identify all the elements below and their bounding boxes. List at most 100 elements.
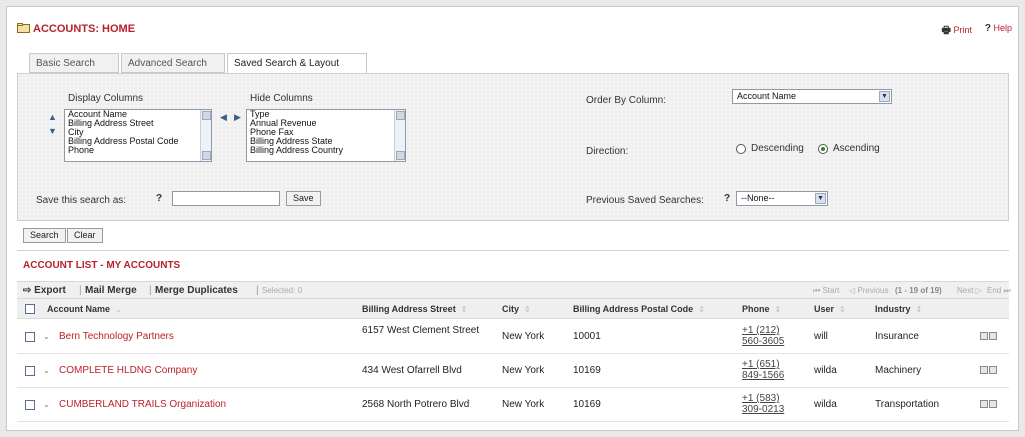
order-by-label: Order By Column: (586, 95, 667, 106)
column-header-user[interactable]: User ⇕ (814, 304, 846, 314)
print-link[interactable]: 🖶 Print (942, 23, 972, 40)
account-name-link[interactable]: Bern Technology Partners (59, 331, 174, 342)
tab-saved-search-layout[interactable]: Saved Search & Layout (227, 53, 367, 74)
expand-icon[interactable]: ⌄ (43, 366, 50, 375)
column-header-account-name[interactable]: Account Name ⌄ (47, 304, 122, 314)
toolbar-divider: | (79, 285, 82, 296)
display-columns-list[interactable]: Account Name Billing Address Street City… (64, 109, 212, 162)
sort-desc-icon[interactable]: ⌄ (115, 305, 122, 314)
selected-count: Selected: 0 (262, 286, 303, 295)
display-column-option[interactable]: Phone (65, 146, 211, 155)
sort-icon[interactable]: ⇕ (916, 305, 923, 314)
phone-link[interactable]: +1 (212) 560-3605 (742, 325, 794, 347)
column-header-billing-street[interactable]: Billing Address Street ⇕ (362, 304, 467, 314)
previous-help-icon[interactable]: ? (724, 193, 730, 204)
column-header-phone[interactable]: Phone ⇕ (742, 304, 781, 314)
descending-radio[interactable] (736, 144, 746, 154)
scroll-down-icon[interactable] (202, 151, 211, 160)
phone-link[interactable]: +1 (583) 309-0213 (742, 393, 794, 415)
tab-basic-search[interactable]: Basic Search (29, 53, 119, 73)
clear-button[interactable]: Clear (67, 228, 103, 243)
pager-next[interactable]: Next ▷ (957, 286, 982, 295)
industry: Transportation (875, 399, 940, 410)
column-header-industry[interactable]: Industry ⇕ (875, 304, 922, 314)
toolbar-divider: | (149, 285, 152, 296)
account-name-link[interactable]: CUMBERLAND TRAILS Organization (59, 399, 226, 410)
hide-columns-label: Hide Columns (250, 93, 313, 104)
move-down-icon[interactable]: ▼ (48, 126, 57, 136)
column-label: Billing Address Postal Code (573, 304, 694, 314)
search-button[interactable]: Search (23, 228, 66, 243)
view-icon[interactable] (989, 366, 997, 374)
export-link[interactable]: ⇨ Export (23, 285, 66, 296)
scrollbar[interactable] (200, 110, 211, 161)
order-by-select[interactable]: Account Name ▼ (732, 89, 892, 104)
edit-icon[interactable] (980, 400, 988, 408)
view-icon[interactable] (989, 400, 997, 408)
select-all-checkbox[interactable] (25, 304, 35, 314)
tab-advanced-search[interactable]: Advanced Search (121, 53, 225, 73)
help-link[interactable]: ? Help (985, 23, 1012, 34)
ascending-radio[interactable] (818, 144, 828, 154)
help-label: Help (993, 23, 1012, 33)
column-label: Billing Address Street (362, 304, 456, 314)
edit-icon[interactable] (980, 366, 988, 374)
account-name-link[interactable]: COMPLETE HLDNG Company (59, 365, 197, 376)
view-icon[interactable] (989, 332, 997, 340)
city: New York (502, 399, 545, 410)
city: New York (502, 365, 545, 376)
row-actions (979, 400, 999, 410)
expand-icon[interactable]: ⌄ (43, 332, 50, 341)
row-checkbox[interactable] (25, 332, 35, 342)
move-right-icon[interactable]: ▶ (234, 112, 241, 123)
accounts-home-page: ACCOUNTS: HOME 🖶 Print ? Help Basic Sear… (6, 6, 1019, 431)
phone-link[interactable]: +1 (651) 849-1566 (742, 359, 794, 381)
column-header-city[interactable]: City ⇕ (502, 304, 531, 314)
scroll-up-icon[interactable] (396, 111, 405, 120)
column-label: Account Name (47, 304, 111, 314)
pager-start[interactable]: ⏮ Start (813, 286, 839, 296)
move-up-icon[interactable]: ▲ (48, 112, 57, 122)
pager-previous[interactable]: ◁ Previous (849, 286, 889, 295)
postal-code: 10001 (573, 331, 601, 342)
printer-icon: 🖶 (941, 25, 951, 36)
pager-start-label: Start (822, 286, 840, 295)
expand-icon[interactable]: ⌄ (43, 400, 50, 409)
save-search-input[interactable] (172, 191, 280, 206)
row-checkbox[interactable] (25, 366, 35, 376)
row-checkbox[interactable] (25, 400, 35, 410)
scroll-up-icon[interactable] (202, 111, 211, 120)
postal-code: 10169 (573, 399, 601, 410)
merge-duplicates-link[interactable]: Merge Duplicates (155, 285, 238, 296)
sort-icon[interactable]: ⇕ (524, 305, 531, 314)
row-actions (979, 332, 999, 342)
display-column-option[interactable]: Billing Address Street (65, 119, 211, 128)
sort-icon[interactable]: ⇕ (698, 305, 705, 314)
billing-street: 6157 West Clement Street (362, 325, 480, 336)
mail-merge-link[interactable]: Mail Merge (85, 285, 137, 296)
move-left-icon[interactable]: ◀ (220, 112, 227, 123)
sort-icon[interactable]: ⇕ (775, 305, 782, 314)
column-label: Industry (875, 304, 911, 314)
save-search-label: Save this search as: (36, 195, 127, 206)
scrollbar[interactable] (394, 110, 405, 161)
chevron-down-icon[interactable]: ▼ (815, 193, 826, 204)
descending-label: Descending (751, 143, 804, 154)
postal-code: 10169 (573, 365, 601, 376)
user: wilda (814, 365, 837, 376)
previous-saved-select[interactable]: --None-- ▼ (736, 191, 828, 206)
sort-icon[interactable]: ⇕ (461, 305, 468, 314)
pager-range: (1 - 19 of 19) (895, 286, 942, 295)
save-button[interactable]: Save (286, 191, 321, 206)
save-help-icon[interactable]: ? (156, 193, 162, 204)
edit-icon[interactable] (980, 332, 988, 340)
chevron-down-icon[interactable]: ▼ (879, 91, 890, 102)
scroll-down-icon[interactable] (396, 151, 405, 160)
table-row: ⌄ Bern Technology Partners 6157 West Cle… (17, 320, 1009, 354)
column-header-postal-code[interactable]: Billing Address Postal Code ⇕ (573, 304, 705, 314)
hide-column-option[interactable]: Billing Address Country (247, 146, 405, 155)
hide-columns-list[interactable]: Type Annual Revenue Phone Fax Billing Ad… (246, 109, 406, 162)
sort-icon[interactable]: ⇕ (839, 305, 846, 314)
pager-end[interactable]: End ⏭ (987, 286, 1011, 296)
pager-next-label: Next (957, 286, 974, 295)
